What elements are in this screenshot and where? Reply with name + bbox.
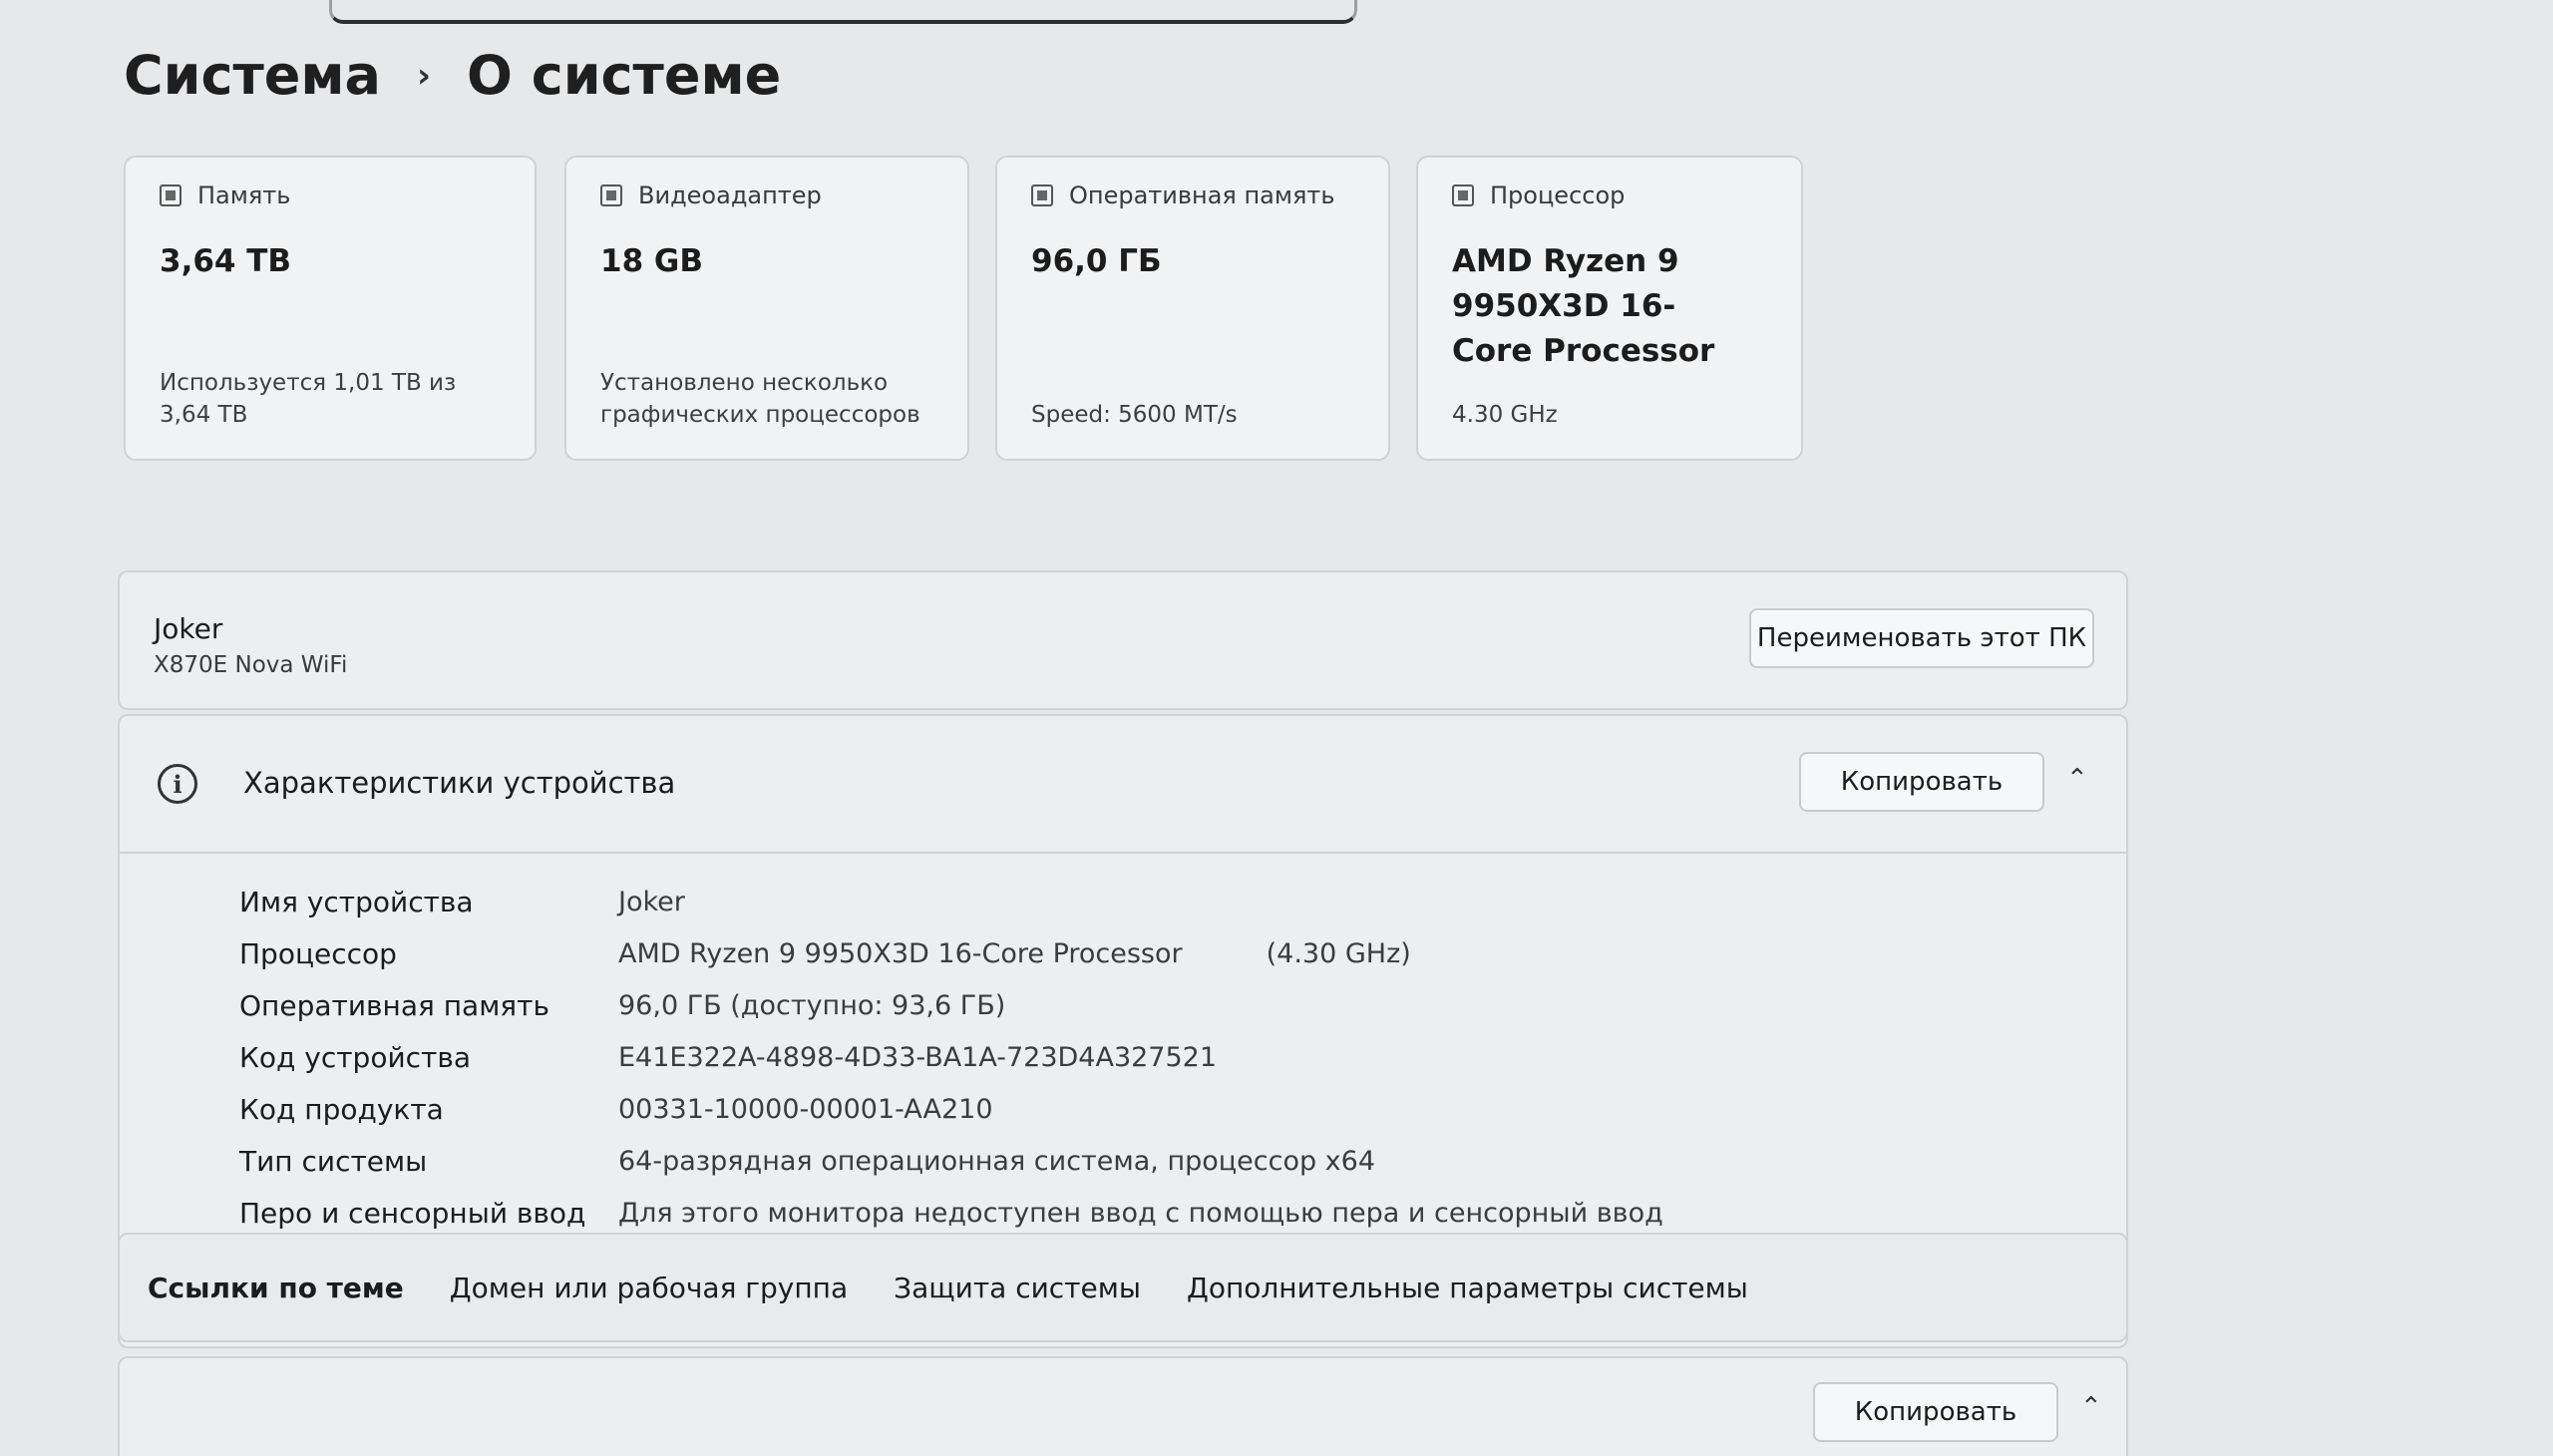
pc-name: Joker xyxy=(154,612,223,645)
device-specs-title: Характеристики устройства xyxy=(243,766,676,800)
card-subtext: 4.30 GHz xyxy=(1452,401,1558,428)
chevron-up-icon[interactable]: ⌃ xyxy=(2066,764,2088,794)
gpu-card[interactable]: Видеоадаптер 18 GB Установлено несколько… xyxy=(564,156,969,461)
info-icon: i xyxy=(158,764,197,804)
card-subtext: Используется 1,01 TB из 3,64 TB xyxy=(160,369,457,428)
spec-key: Тип системы xyxy=(239,1144,428,1178)
chevron-up-icon[interactable]: ⌃ xyxy=(2080,1392,2102,1422)
spec-value: E41E322A-4898-4D33-BA1A-723D4A327521 xyxy=(618,1041,1218,1073)
card-subtext: Установлено несколько графических процес… xyxy=(600,369,920,428)
card-value: 3,64 TB xyxy=(160,243,292,279)
spec-row: Код устройства E41E322A-4898-4D33-BA1A-7… xyxy=(239,1031,1663,1083)
spec-key: Имя устройства xyxy=(239,885,474,918)
cpu-icon xyxy=(1452,184,1474,206)
spec-value: Joker xyxy=(618,886,685,917)
spec-row: Код продукта 00331-10000-00001-AA210 xyxy=(239,1083,1663,1135)
storage-icon xyxy=(160,184,182,206)
spec-row: Имя устройства Joker xyxy=(239,876,1663,927)
card-label: Оперативная память xyxy=(1069,182,1335,209)
breadcrumb: Система › О системе xyxy=(124,44,781,107)
storage-card[interactable]: Память 3,64 TB Используется 1,01 TB из 3… xyxy=(124,156,537,461)
spec-value: Для этого монитора недоступен ввод с пом… xyxy=(618,1197,1663,1229)
link-system-protection[interactable]: Защита системы xyxy=(894,1272,1141,1304)
next-section-panel: Копировать ⌃ xyxy=(118,1356,2128,1456)
spec-value-extra: (4.30 GHz) xyxy=(1266,937,1411,969)
pc-model: X870E Nova WiFi xyxy=(154,652,348,678)
chevron-right-icon: › xyxy=(416,55,431,96)
spec-value: 00331-10000-00001-AA210 xyxy=(618,1093,993,1125)
device-specs-header[interactable]: i Характеристики устройства Копировать ⌃ xyxy=(120,716,2126,854)
ram-card[interactable]: Оперативная память 96,0 ГБ Speed: 5600 M… xyxy=(995,156,1390,461)
rename-pc-button[interactable]: Переименовать этот ПК xyxy=(1749,608,2094,668)
card-value: 96,0 ГБ xyxy=(1031,243,1162,279)
cpu-card[interactable]: Процессор AMD Ryzen 9 9950X3D 16-Core Pr… xyxy=(1416,156,1803,461)
spec-key: Код продукта xyxy=(239,1092,444,1126)
card-value: AMD Ryzen 9 9950X3D 16-Core Processor xyxy=(1452,243,1715,369)
card-label: Память xyxy=(197,182,291,209)
window-edge xyxy=(329,0,1357,24)
ram-icon xyxy=(1031,184,1053,206)
copy-next-button[interactable]: Копировать xyxy=(1813,1382,2058,1442)
copy-specs-button[interactable]: Копировать xyxy=(1799,752,2044,812)
card-subtext: Speed: 5600 MT/s xyxy=(1031,401,1238,428)
card-label: Процессор xyxy=(1490,182,1626,209)
card-label: Видеоадаптер xyxy=(638,182,822,209)
related-links-label: Ссылки по теме xyxy=(148,1271,404,1304)
page-title: О системе xyxy=(467,44,782,107)
spec-row: Оперативная память 96,0 ГБ (доступно: 93… xyxy=(239,979,1663,1031)
link-domain-workgroup[interactable]: Домен или рабочая группа xyxy=(450,1272,848,1304)
spec-value: AMD Ryzen 9 9950X3D 16-Core Processor xyxy=(618,937,1183,969)
link-advanced-system-settings[interactable]: Дополнительные параметры системы xyxy=(1187,1272,1748,1304)
specs-list: Имя устройства Joker Процессор AMD Ryzen… xyxy=(239,876,1663,1239)
spec-value: 64-разрядная операционная система, проце… xyxy=(618,1145,1376,1177)
related-links-panel: Ссылки по теме Домен или рабочая группа … xyxy=(118,1233,2128,1342)
card-value: 18 GB xyxy=(600,243,704,279)
spec-row: Процессор AMD Ryzen 9 9950X3D 16-Core Pr… xyxy=(239,927,1663,979)
pc-name-panel: Joker X870E Nova WiFi Переименовать этот… xyxy=(118,570,2128,710)
spec-value: 96,0 ГБ (доступно: 93,6 ГБ) xyxy=(618,989,1006,1021)
spec-key: Перо и сенсорный ввод xyxy=(239,1196,586,1230)
spec-row: Перо и сенсорный ввод Для этого монитора… xyxy=(239,1187,1663,1239)
spec-row: Тип системы 64-разрядная операционная си… xyxy=(239,1135,1663,1187)
spec-key: Процессор xyxy=(239,936,397,970)
spec-key: Оперативная память xyxy=(239,988,549,1022)
gpu-icon xyxy=(600,184,622,206)
breadcrumb-parent[interactable]: Система xyxy=(124,44,381,107)
spec-key: Код устройства xyxy=(239,1040,472,1074)
